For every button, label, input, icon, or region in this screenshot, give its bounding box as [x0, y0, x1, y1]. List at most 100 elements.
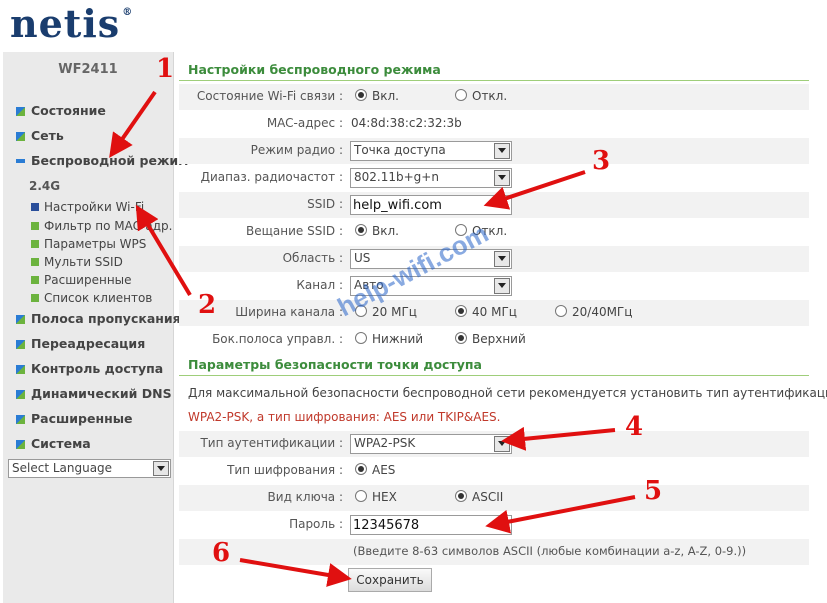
- sidebar-sub-multi-ssid[interactable]: Мульти SSID: [31, 255, 123, 269]
- password-input[interactable]: 12345678: [350, 515, 512, 535]
- menu-square-icon: [16, 340, 25, 349]
- channel-width-row: Ширина канала : 20 МГц 40 МГц 20/40МГц: [179, 300, 809, 326]
- menu-square-icon: [16, 390, 25, 399]
- chevron-down-icon[interactable]: [494, 436, 510, 452]
- sidebar-item-bandwidth[interactable]: Полоса пропускания: [16, 311, 181, 326]
- sub-item-icon: [31, 222, 39, 230]
- sidebar-item-system[interactable]: Система: [16, 436, 91, 451]
- ssid-input[interactable]: help_wifi.com: [350, 195, 512, 215]
- chevron-down-icon[interactable]: [494, 251, 510, 267]
- sidebar-item-advanced[interactable]: Расширенные: [16, 411, 133, 426]
- radio-checked-icon: [455, 332, 467, 344]
- annotation-number-3: 3: [592, 146, 611, 176]
- sidebar-item-label: Беспроводной режим: [31, 153, 189, 168]
- input-value: 12345678: [353, 518, 420, 533]
- chevron-down-icon[interactable]: [494, 278, 510, 294]
- language-select[interactable]: Select Language: [8, 459, 171, 478]
- sidebar-item-label: Состояние: [31, 103, 106, 118]
- section-title-text: Настройки беспроводного режима: [188, 62, 441, 77]
- broadcast-label: Вещание SSID :: [246, 224, 343, 238]
- band-label: 2.4G: [29, 179, 61, 193]
- key-hex-radio[interactable]: HEX: [355, 490, 397, 504]
- input-value: help_wifi.com: [353, 198, 442, 213]
- logo-mark: ®: [122, 7, 134, 18]
- auth-row: Тип аутентификации : WPA2-PSK: [179, 431, 809, 457]
- password-hint: (Введите 8-63 символов ASCII (любые комб…: [353, 544, 747, 558]
- menu-square-icon: [16, 440, 25, 449]
- mac-label: MAC-адрес :: [266, 116, 343, 130]
- ssid-label: SSID :: [307, 197, 343, 211]
- section-title-text: Параметры безопасности точки доступа: [188, 357, 482, 372]
- radio-mode-label: Режим радио :: [250, 143, 343, 157]
- option-label: Верхний: [472, 332, 526, 346]
- security-section-title: Параметры безопасности точки доступа: [179, 355, 809, 376]
- width-2040-radio[interactable]: 20/40МГц: [555, 305, 632, 319]
- sidebar: WF2411 Состояние Сеть Беспроводной режим…: [3, 52, 188, 603]
- option-label: ASCII: [472, 490, 504, 504]
- radio-unchecked-icon: [555, 305, 567, 317]
- sidebar-sub-clients[interactable]: Список клиентов: [31, 291, 152, 305]
- sub-item-label: Список клиентов: [44, 291, 153, 305]
- option-label: Вкл.: [372, 89, 399, 103]
- cipher-row: Тип шифрования : AES: [179, 458, 809, 484]
- keytype-label: Вид ключа :: [267, 490, 343, 504]
- menu-square-icon: [16, 365, 25, 374]
- ssid-broadcast-row: Вещание SSID : Вкл. Откл.: [179, 219, 809, 245]
- sidebar-item-status[interactable]: Состояние: [16, 103, 106, 118]
- sub-item-icon: [31, 276, 39, 284]
- sub-item-label: Расширенные: [44, 273, 132, 287]
- sidebar-sub-wps[interactable]: Параметры WPS: [31, 237, 146, 251]
- radio-unchecked-icon: [355, 490, 367, 502]
- language-value: Select Language: [12, 461, 113, 475]
- sideband-row: Бок.полоса управл. : Нижний Верхний: [179, 327, 809, 353]
- sideband-label: Бок.полоса управл. :: [212, 332, 343, 346]
- wireless-section-title: Настройки беспроводного режима: [179, 60, 809, 81]
- sideband-low-radio[interactable]: Нижний: [355, 332, 423, 346]
- sidebar-item-label: Переадресация: [31, 336, 146, 351]
- wifi-off-radio[interactable]: Откл.: [455, 89, 507, 103]
- sidebar-item-label: Динамический DNS: [31, 386, 172, 401]
- sidebar-item-access-control[interactable]: Контроль доступа: [16, 361, 163, 376]
- chevron-down-icon[interactable]: [494, 170, 510, 186]
- broadcast-on-radio[interactable]: Вкл.: [355, 224, 399, 238]
- save-button[interactable]: Сохранить: [348, 568, 432, 592]
- sub-item-label: Параметры WPS: [44, 237, 147, 251]
- band-select[interactable]: 802.11b+g+n: [350, 168, 512, 188]
- chevron-down-icon[interactable]: [494, 143, 510, 159]
- chevron-down-icon[interactable]: [153, 461, 169, 476]
- logo-text: netis: [10, 1, 121, 46]
- radio-unchecked-icon: [355, 332, 367, 344]
- sideband-high-radio[interactable]: Верхний: [455, 332, 526, 346]
- sub-item-label: Фильтр по MAC-адр.: [44, 219, 173, 233]
- key-ascii-radio[interactable]: ASCII: [455, 490, 503, 504]
- menu-square-icon: [16, 415, 25, 424]
- sidebar-item-forwarding[interactable]: Переадресация: [16, 336, 145, 351]
- sidebar-sub-mac-filter[interactable]: Фильтр по MAC-адр.: [31, 219, 172, 233]
- sidebar-sub-advanced[interactable]: Расширенные: [31, 273, 132, 287]
- sidebar-item-ddns[interactable]: Динамический DNS: [16, 386, 172, 401]
- annotation-number-1: 1: [156, 54, 175, 84]
- sidebar-item-label: Расширенные: [31, 411, 133, 426]
- option-label: Откл.: [472, 89, 508, 103]
- wifi-on-radio[interactable]: Вкл.: [355, 89, 399, 103]
- radio-mode-select[interactable]: Точка доступа: [350, 141, 512, 161]
- password-label: Пароль :: [289, 517, 343, 531]
- sidebar-item-network[interactable]: Сеть: [16, 128, 64, 143]
- password-hint-row: (Введите 8-63 символов ASCII (любые комб…: [179, 539, 809, 565]
- radio-unchecked-icon: [455, 89, 467, 101]
- radio-checked-icon: [355, 463, 367, 475]
- active-item-icon: [31, 203, 39, 211]
- radio-mode-row: Режим радио : Точка доступа: [179, 138, 809, 164]
- sidebar-sub-wifi-settings[interactable]: Настройки Wi-Fi: [31, 200, 144, 214]
- wifi-status-label: Состояние Wi-Fi связи :: [196, 89, 343, 103]
- cipher-aes-radio[interactable]: AES: [355, 463, 395, 477]
- width-40-radio[interactable]: 40 МГц: [455, 305, 517, 319]
- sidebar-item-wireless[interactable]: Беспроводной режим: [16, 153, 188, 168]
- auth-select[interactable]: WPA2-PSK: [350, 434, 512, 454]
- security-note-1: Для максимальной безопасности беспроводн…: [188, 386, 827, 400]
- annotation-number-6: 6: [212, 538, 231, 568]
- sub-item-icon: [31, 240, 39, 248]
- menu-expanded-icon: [16, 159, 25, 163]
- width-label: Ширина канала :: [235, 305, 343, 319]
- select-value: 802.11b+g+n: [354, 170, 439, 184]
